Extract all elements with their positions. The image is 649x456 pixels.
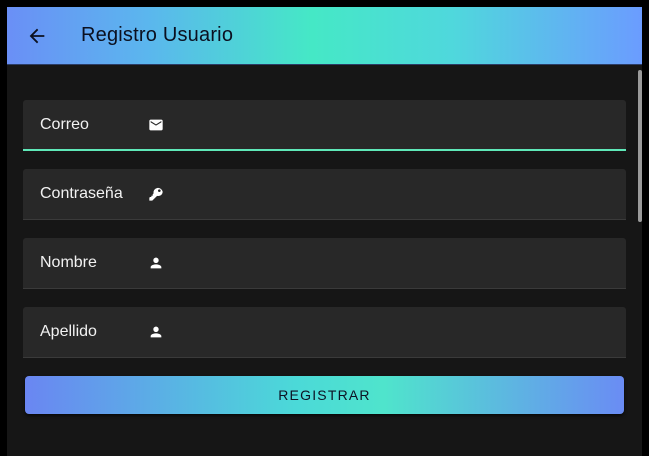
password-input[interactable] bbox=[173, 179, 617, 211]
first-name-label: Nombre bbox=[40, 254, 97, 271]
first-name-field[interactable]: Nombre bbox=[23, 238, 626, 289]
last-name-input[interactable] bbox=[173, 317, 617, 349]
form-body: Correo Contraseña Nombre Apellido REGIST… bbox=[7, 65, 642, 456]
person-icon bbox=[150, 326, 162, 338]
mail-icon bbox=[149, 119, 163, 131]
key-icon bbox=[149, 187, 163, 201]
password-label: Contraseña bbox=[40, 185, 123, 202]
password-field[interactable]: Contraseña bbox=[23, 169, 626, 220]
page-title: Registro Usuario bbox=[81, 24, 234, 46]
app-bar: Registro Usuario bbox=[7, 7, 642, 65]
scrollbar[interactable] bbox=[638, 70, 642, 222]
last-name-label: Apellido bbox=[40, 323, 97, 340]
last-name-field[interactable]: Apellido bbox=[23, 307, 626, 358]
email-label: Correo bbox=[40, 116, 89, 133]
register-button[interactable]: REGISTRAR bbox=[25, 376, 624, 414]
back-button[interactable] bbox=[23, 22, 51, 50]
email-field[interactable]: Correo bbox=[23, 100, 626, 151]
email-input[interactable] bbox=[173, 110, 617, 142]
status-strip bbox=[0, 0, 649, 7]
arrow-left-icon bbox=[29, 28, 45, 43]
first-name-input[interactable] bbox=[173, 248, 617, 280]
person-icon bbox=[150, 257, 162, 269]
